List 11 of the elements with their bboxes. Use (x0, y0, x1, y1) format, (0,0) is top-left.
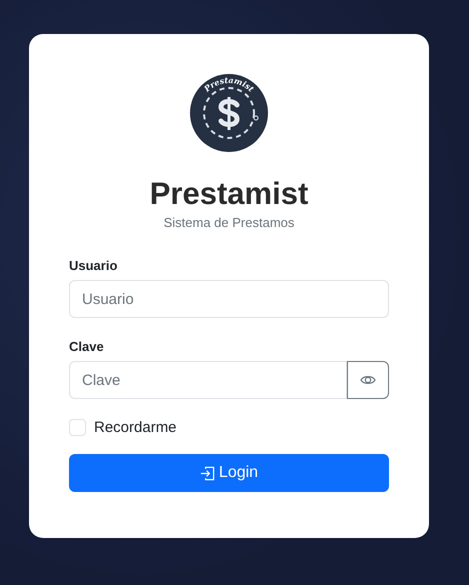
field-label: Clave (69, 339, 105, 354)
login-button[interactable]: Login (69, 454, 389, 492)
app-subtitle: Sistema de Prestamos (162, 215, 296, 230)
password-field[interactable]: Clave (69, 361, 347, 400)
field-label: Usuario (69, 258, 118, 274)
remember-checkbox[interactable] (69, 419, 86, 436)
remember-label: Recordarme (94, 419, 177, 436)
show-password-button[interactable] (347, 361, 389, 400)
login-icon (200, 466, 215, 481)
username-field[interactable]: Usuario (69, 280, 389, 318)
app-title: Prestamist (148, 175, 310, 212)
